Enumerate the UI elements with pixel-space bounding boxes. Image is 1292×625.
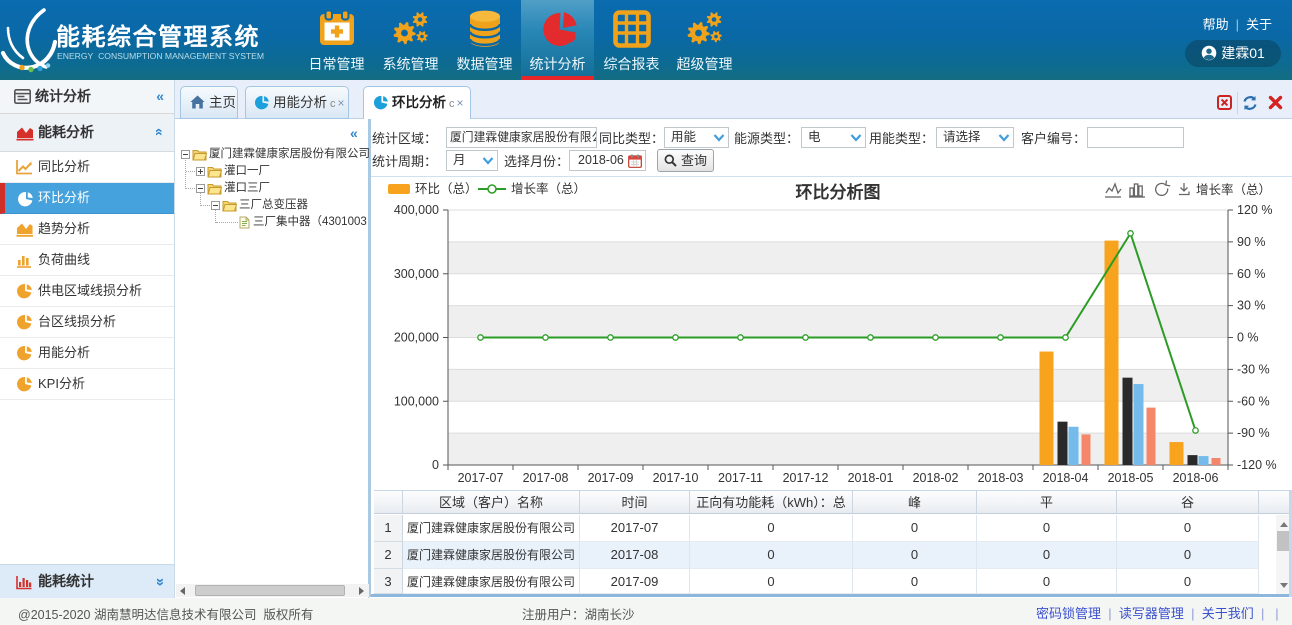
- svg-text:2018-06: 2018-06: [1173, 471, 1219, 485]
- svg-text:-120 %: -120 %: [1237, 458, 1277, 472]
- svg-text:0 %: 0 %: [1237, 331, 1259, 345]
- svg-text:2017-12: 2017-12: [783, 471, 829, 485]
- svg-text:2017-07: 2017-07: [458, 471, 504, 485]
- svg-text:120 %: 120 %: [1237, 203, 1272, 217]
- svg-text:200,000: 200,000: [394, 331, 439, 345]
- svg-text:环比分析图: 环比分析图: [796, 182, 881, 202]
- svg-text:-30 %: -30 %: [1237, 362, 1270, 376]
- svg-text:90 %: 90 %: [1237, 235, 1266, 249]
- svg-text:60 %: 60 %: [1237, 267, 1266, 281]
- svg-text:0: 0: [432, 458, 439, 472]
- svg-text:2017-10: 2017-10: [653, 471, 699, 485]
- svg-text:增长率（总）: 增长率（总）: [1196, 182, 1271, 197]
- svg-text:2017-08: 2017-08: [523, 471, 569, 485]
- svg-text:2018-04: 2018-04: [1043, 471, 1089, 485]
- svg-text:30 %: 30 %: [1237, 299, 1266, 313]
- svg-text:400,000: 400,000: [394, 203, 439, 217]
- svg-text:2017-09: 2017-09: [588, 471, 634, 485]
- svg-text:2017-11: 2017-11: [718, 471, 763, 485]
- svg-text:2018-01: 2018-01: [848, 471, 894, 485]
- svg-text:2018-03: 2018-03: [978, 471, 1024, 485]
- svg-text:增长率（总）: 增长率（总）: [511, 181, 586, 196]
- svg-text:2018-02: 2018-02: [913, 471, 959, 485]
- svg-text:300,000: 300,000: [394, 267, 439, 281]
- svg-text:100,000: 100,000: [394, 394, 439, 408]
- svg-text:2018-05: 2018-05: [1108, 471, 1154, 485]
- svg-text:-60 %: -60 %: [1237, 394, 1270, 408]
- svg-text:-90 %: -90 %: [1237, 426, 1270, 440]
- svg-text:环比（总）: 环比（总）: [415, 182, 478, 196]
